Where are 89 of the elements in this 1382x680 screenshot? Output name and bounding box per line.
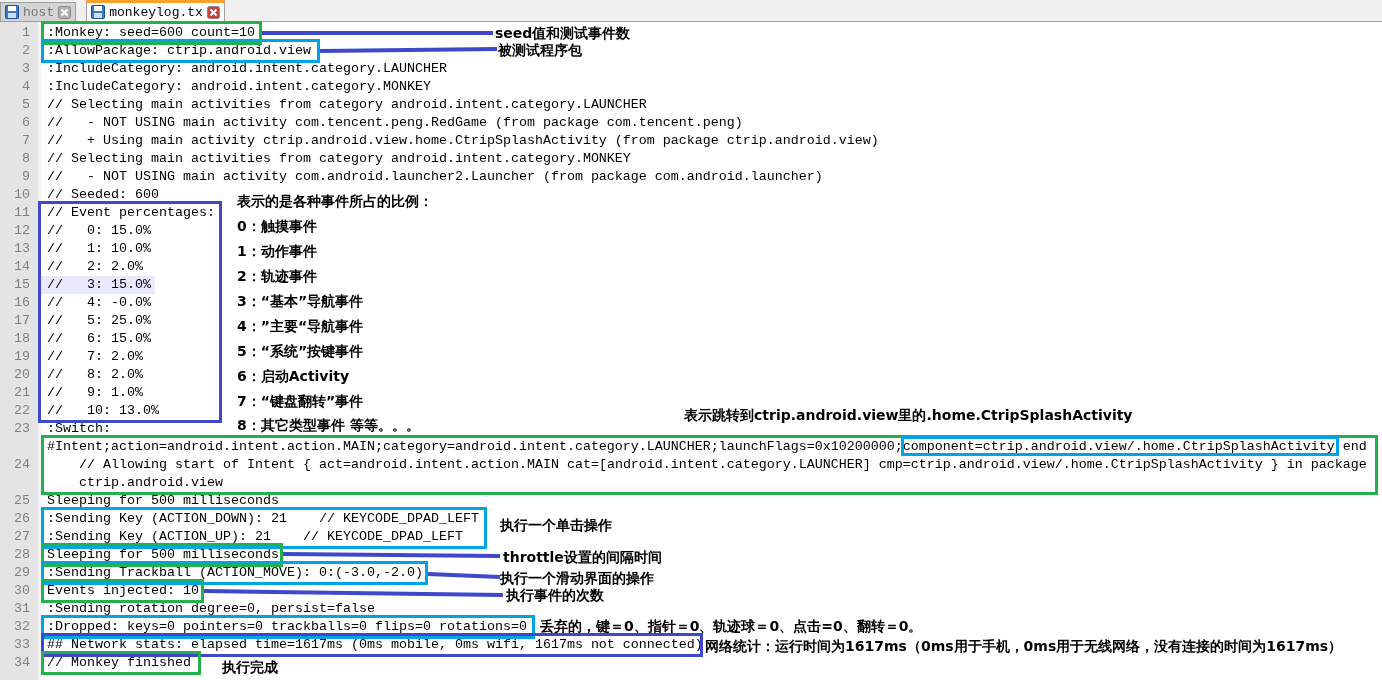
code-line: :IncludeCategory: android.intent.category.LAUNCHER <box>46 60 448 78</box>
code-line: :Sending rotation degree=0, persist=false <box>46 600 376 618</box>
line-number: 26 <box>13 510 31 528</box>
code-line: // Selecting main activities from category android.intent.category.MONKEY <box>46 150 632 168</box>
line-number: 25 <box>13 492 31 510</box>
line-number: 32 <box>13 618 31 636</box>
annotation-text: 网络统计：运行时间为1617ms（0ms用于手机，0ms用于无线网络，没有连接的时间为1617ms） <box>705 637 1343 655</box>
line-number: 28 <box>13 546 31 564</box>
code-line: // 8: 2.0% <box>46 366 144 384</box>
line-number: 1 <box>21 24 31 42</box>
annotation-text: 执行一个滑动界面的操作 <box>500 569 654 587</box>
annotation-text: 执行完成 <box>222 658 278 676</box>
line-number: 2 <box>21 42 31 60</box>
line-number: 7 <box>21 132 31 150</box>
annotation-text: 6：启动Activity <box>237 367 350 385</box>
line-number: 30 <box>13 582 31 600</box>
code-line: // Event percentages: <box>46 204 216 222</box>
code-line: // 10: 13.0% <box>46 402 160 420</box>
line-number: 4 <box>21 78 31 96</box>
annotation-text: 被测试程序包 <box>498 41 582 59</box>
line-number: 15 <box>13 276 31 294</box>
code-line: // 9: 1.0% <box>46 384 144 402</box>
line-number: 34 <box>13 654 31 672</box>
annotation-text: 0：触摸事件 <box>237 217 317 235</box>
close-icon[interactable] <box>58 5 72 19</box>
line-number: 33 <box>13 636 31 654</box>
annotation-text: 7：“键盘翻转”事件 <box>237 392 364 410</box>
line-number: 31 <box>13 600 31 618</box>
line-number: 21 <box>13 384 31 402</box>
code-line: :Monkey: seed=600 count=10 <box>46 24 256 42</box>
line-number: 29 <box>13 564 31 582</box>
code-line: // - NOT USING main activity com.tencent.peng.RedGame (from package com.tencent.peng) <box>46 114 744 132</box>
line-number: 10 <box>13 186 31 204</box>
line-number: 16 <box>13 294 31 312</box>
line-number: 8 <box>21 150 31 168</box>
line-number: 20 <box>13 366 31 384</box>
line-number: 23 <box>13 420 31 438</box>
annotation-text: throttle设置的间隔时间 <box>503 548 662 566</box>
annotation-text: 5：“系统”按键事件 <box>237 342 364 360</box>
code-line: :Sending Trackball (ACTION_MOVE): 0:(-3.0,-2.0) <box>46 564 424 582</box>
annotation-text: 8：其它类型事件 等等。。。 <box>237 416 420 434</box>
code-line: :IncludeCategory: android.intent.category.MONKEY <box>46 78 432 96</box>
code-line: Sleeping for 500 milliseconds <box>46 492 280 510</box>
code-line: :Switch: <box>46 420 112 438</box>
code-line: // Monkey finished <box>46 654 192 672</box>
line-number: 5 <box>21 96 31 114</box>
code-line: // + Using main activity ctrip.android.view.home.CtripSplashActivity (from package ctrip.android.view) <box>46 132 880 150</box>
line-number: 27 <box>13 528 31 546</box>
file-tab[interactable]: monkeylog.tx <box>86 0 225 21</box>
code-line: Events injected: 10 <box>46 582 200 600</box>
close-icon[interactable] <box>206 5 220 19</box>
code-line: // 6: 15.0% <box>46 330 152 348</box>
line-number: 22 <box>13 402 31 420</box>
annotation-text: 表示跳转到ctrip.android.view里的.home.CtripSplashActivity <box>684 406 1133 424</box>
line-number: 24 <box>13 456 31 474</box>
annotation-text: seed值和测试事件数 <box>495 24 631 42</box>
code-line: :Sending Key (ACTION_UP): 21 // KEYCODE_DPAD_LEFT <box>46 528 464 546</box>
code-line: // 1: 10.0% <box>46 240 152 258</box>
annotation-text: 丢弃的，键＝0、指针＝0、轨迹球＝0、点击=0、翻转＝0。 <box>540 617 923 635</box>
annotation-text: 表示的是各种事件所占的比例： <box>237 192 433 210</box>
annotation-text: 3：“基本”导航事件 <box>237 292 364 310</box>
annotation-text: 执行一个单击操作 <box>500 516 612 534</box>
line-number: 13 <box>13 240 31 258</box>
code-line: // 0: 15.0% <box>46 222 152 240</box>
annotation-text: 1：动作事件 <box>237 242 317 260</box>
code-line: Sleeping for 500 milliseconds <box>46 546 280 564</box>
code-line: // Selecting main activities from category android.intent.category.LAUNCHER <box>46 96 648 114</box>
code-line: :Dropped: keys=0 pointers=0 trackballs=0 flips=0 rotations=0 <box>46 618 528 636</box>
code-line: ## Network stats: elapsed time=1617ms (0ms mobile, 0ms wifi, 1617ms not connected) <box>46 636 704 654</box>
code-line: :AllowPackage: ctrip.android.view <box>46 42 312 60</box>
code-line: // 7: 2.0% <box>46 348 144 366</box>
annotation-text: 2：轨迹事件 <box>237 267 317 285</box>
annotation-text: 执行事件的次数 <box>506 586 604 604</box>
code-line: // Seeded: 600 <box>46 186 160 204</box>
line-number: 3 <box>21 60 31 78</box>
line-number: 18 <box>13 330 31 348</box>
code-line: // 4: -0.0% <box>46 294 152 312</box>
line-number: 12 <box>13 222 31 240</box>
annotation-text: 4：”主要“导航事件 <box>237 317 364 335</box>
line-number: 9 <box>21 168 31 186</box>
line-number: 19 <box>13 348 31 366</box>
code-line: // 2: 2.0% <box>46 258 144 276</box>
line-number: 17 <box>13 312 31 330</box>
code-line: :Sending Key (ACTION_DOWN): 21 // KEYCODE_DPAD_LEFT <box>46 510 480 528</box>
line-number: 6 <box>21 114 31 132</box>
line-number: 11 <box>13 204 31 222</box>
line-number: 14 <box>13 258 31 276</box>
code-line: // - NOT USING main activity com.android.launcher2.Launcher (from package com.android.launcher) <box>46 168 824 186</box>
code-line: // 5: 25.0% <box>46 312 152 330</box>
